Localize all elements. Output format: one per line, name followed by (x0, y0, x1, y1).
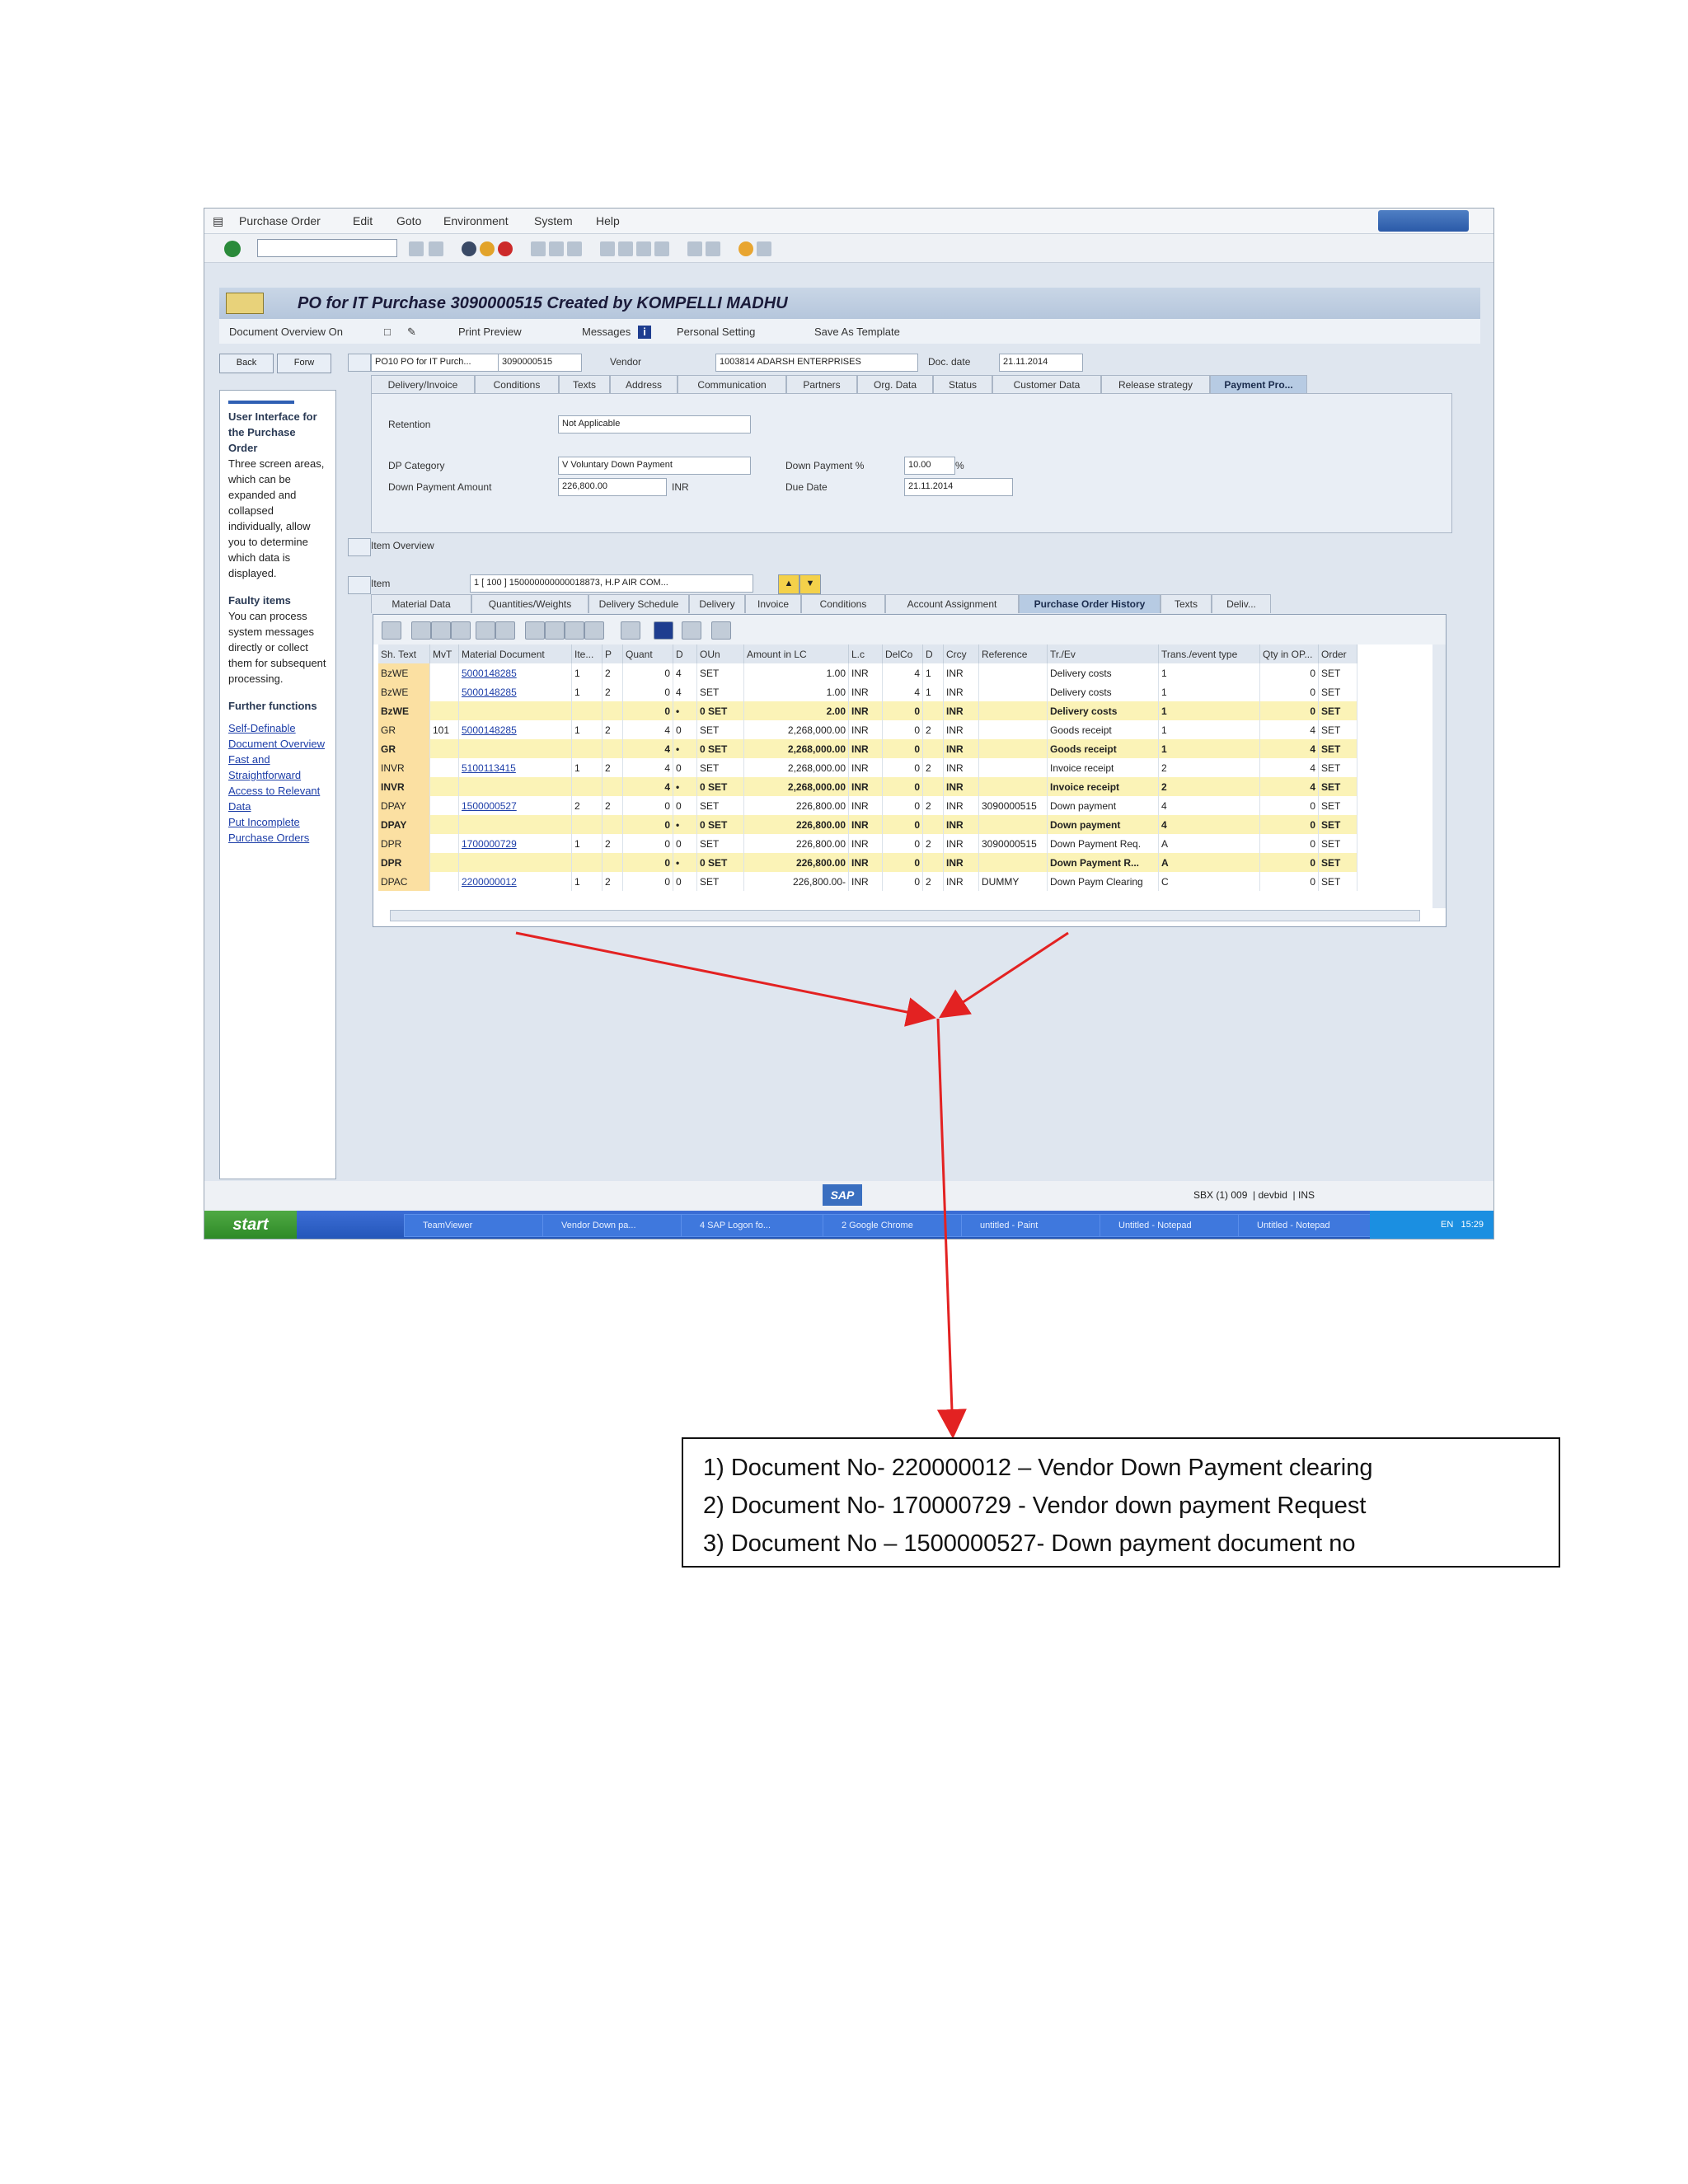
arrow-to-notes (936, 1018, 967, 1439)
arrow-from-document (515, 931, 936, 1027)
arrow-from-clearing (938, 931, 1069, 1019)
annotation-line-2: 2) Document No- 170000729 - Vendor down … (703, 1493, 1367, 1519)
annotation-arrows (515, 931, 1069, 1439)
annotation-line-3: 3) Document No – 1500000527- Down paymen… (703, 1530, 1356, 1557)
annotation-line-1: 1) Document No- 220000012 – Vendor Down … (703, 1455, 1373, 1481)
annotation-box: 1) Document No- 220000012 – Vendor Down … (682, 1437, 1560, 1568)
